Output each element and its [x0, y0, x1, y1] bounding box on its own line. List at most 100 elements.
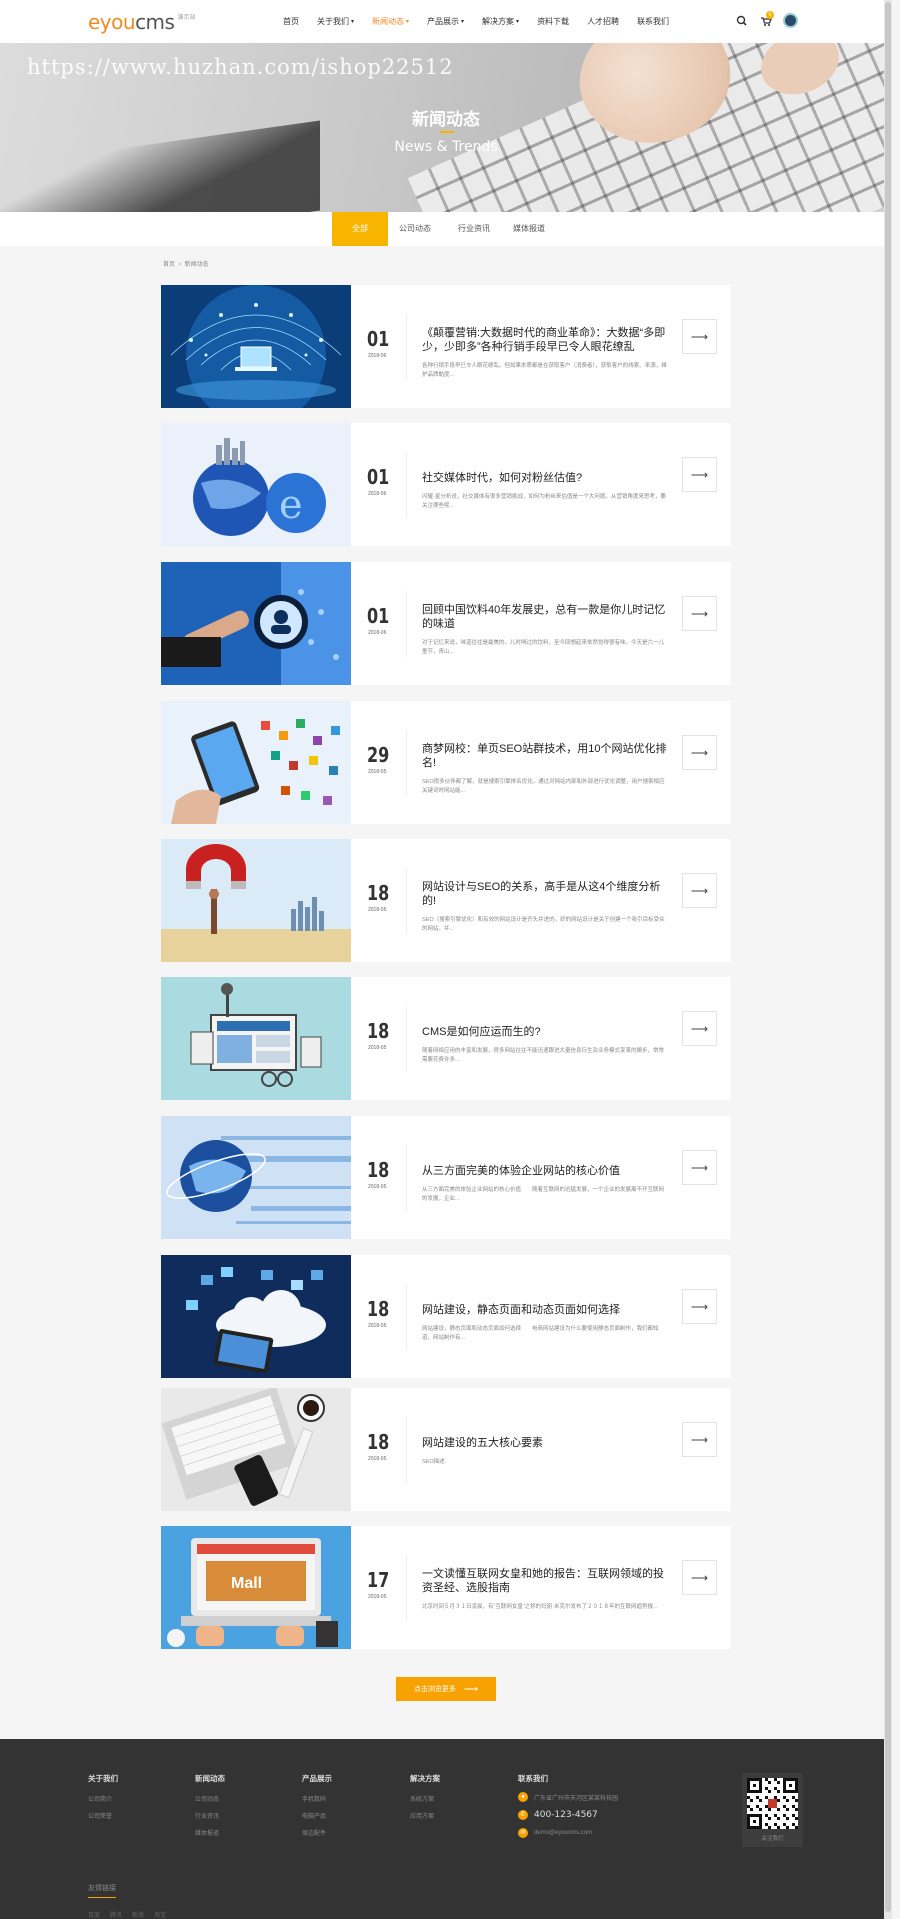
- article-title[interactable]: CMS是如何应运而生的?: [422, 1025, 667, 1039]
- article-date-month: 2018-06: [368, 491, 387, 497]
- article-thumbnail[interactable]: [161, 1116, 351, 1239]
- article-card[interactable]: 01 2018-06 回顾中国饮料40年发展史，总有一款是你儿时记忆的味道 对于记忆来…: [161, 562, 731, 685]
- footer-link[interactable]: 电脑产品: [302, 1811, 332, 1820]
- footer-link[interactable]: 应用方案: [410, 1811, 440, 1820]
- top-header: eyou cms 演示站 首页 关于我们 ▾ 新闻动态 ▾ 产品展示 ▾ 解决方案 ▾ 资料下载人…: [0, 0, 892, 43]
- load-more-button[interactable]: 点击浏览更多 ⟶: [396, 1677, 496, 1701]
- article-title[interactable]: 网站设计与SEO的关系，高手是从这4个维度分析的!: [422, 880, 667, 908]
- footer-link[interactable]: 系统方案: [410, 1794, 440, 1803]
- article-card[interactable]: Mall 17 2018-05 一文读懂互联网女皇和她的报告：互联网领域的投资圣经、选…: [161, 1526, 731, 1649]
- search-icon[interactable]: [735, 14, 749, 28]
- article-date-month: 2018-05: [368, 1594, 387, 1600]
- footer-link[interactable]: 手机数码: [302, 1794, 332, 1803]
- tab-0[interactable]: 全部: [332, 212, 388, 246]
- article-card[interactable]: e 01 2018-06 社交媒体时代，如何对粉丝估值? 闪耀·星分析说，社交媒体有很多…: [161, 423, 731, 546]
- read-more-button[interactable]: ⟶: [682, 1011, 717, 1046]
- article-thumbnail[interactable]: [161, 562, 351, 685]
- article-thumbnail[interactable]: [161, 701, 351, 824]
- article-date-month: 2018-05: [368, 907, 387, 913]
- article-title[interactable]: 《颠覆营销:大数据时代的商业革命》：大数据“多即少，少即多”各种行销手段早已令人…: [422, 326, 667, 354]
- breadcrumb-home[interactable]: 首页: [163, 262, 175, 268]
- cart-icon[interactable]: 0: [759, 10, 774, 28]
- friend-link[interactable]: 腾讯: [110, 1910, 122, 1919]
- article-title[interactable]: 网站建设，静态页面和动态页面如何选择: [422, 1303, 667, 1317]
- article-title[interactable]: 社交媒体时代，如何对粉丝估值?: [422, 471, 667, 485]
- date-divider: [406, 1555, 407, 1621]
- tab-3[interactable]: 媒体报道: [501, 212, 557, 246]
- article-thumbnail[interactable]: e: [161, 423, 351, 546]
- footer-column-2: 产品展示 手机数码 电脑产品 周边配件: [302, 1773, 332, 1845]
- article-thumbnail[interactable]: Mall: [161, 1526, 351, 1649]
- user-avatar[interactable]: [783, 13, 798, 28]
- article-title[interactable]: 一文读懂互联网女皇和她的报告：互联网领域的投资圣经、选股指南: [422, 1567, 667, 1595]
- chevron-down-icon: ▾: [406, 19, 410, 25]
- read-more-button[interactable]: ⟶: [682, 596, 717, 631]
- chevron-down-icon: ▾: [351, 19, 355, 25]
- article-date-month: 2018-05: [368, 1323, 387, 1329]
- article-summary: 从三方面完美的体验企业网站的核心价值 随着互联网的迅猛发展，一个企业的发展离不开…: [422, 1187, 665, 1202]
- read-more-button[interactable]: ⟶: [682, 457, 717, 492]
- tab-2[interactable]: 行业资讯: [446, 212, 502, 246]
- scrollbar-thumb[interactable]: [885, 2, 891, 1912]
- page-scrollbar[interactable]: [884, 0, 892, 1919]
- nav-item-3[interactable]: 产品展示 ▾: [427, 16, 464, 27]
- date-divider: [406, 868, 407, 934]
- footer-link[interactable]: 公司荣誉: [88, 1811, 118, 1820]
- cart-count-badge: 0: [766, 10, 774, 19]
- banner-title-underline: [440, 131, 454, 133]
- nav-item-label: 解决方案: [482, 17, 515, 26]
- footer-link[interactable]: 媒体报道: [195, 1828, 225, 1837]
- footer-link[interactable]: 公司动态: [195, 1794, 225, 1803]
- read-more-button[interactable]: ⟶: [682, 1289, 717, 1324]
- article-title[interactable]: 回顾中国饮料40年发展史，总有一款是你儿时记忆的味道: [422, 603, 667, 631]
- header-actions: 0: [735, 10, 798, 28]
- article-date-month: 2018-06: [368, 630, 387, 636]
- article-thumbnail[interactable]: [161, 1255, 351, 1378]
- article-card[interactable]: 18 2018-05 网站设计与SEO的关系，高手是从这4个维度分析的! SEO（搜索…: [161, 839, 731, 962]
- category-tabs: 全部 公司动态 行业资讯 媒体报道: [0, 212, 892, 246]
- arrow-right-icon: ⟶: [690, 467, 709, 482]
- nav-item-5[interactable]: 资料下载: [537, 16, 569, 27]
- breadcrumb-current: 新闻动态: [184, 262, 209, 268]
- read-more-button[interactable]: ⟶: [682, 873, 717, 908]
- article-card[interactable]: 18 2018-05 网站建设的五大核心要素 SEO描述 ⟶: [161, 1388, 731, 1511]
- article-card[interactable]: 29 2018-05 商梦网校：单页SEO站群技术，用10个网站优化排名! SEO很多…: [161, 701, 731, 824]
- nav-item-2[interactable]: 新闻动态 ▾: [372, 16, 409, 27]
- article-title[interactable]: 从三方面完美的体验企业网站的核心价值: [422, 1164, 667, 1178]
- article-thumbnail[interactable]: [161, 1388, 351, 1511]
- article-date-month: 2018-05: [368, 1045, 387, 1051]
- article-title[interactable]: 商梦网校：单页SEO站群技术，用10个网站优化排名!: [422, 742, 667, 770]
- friend-link[interactable]: 新浪: [132, 1910, 144, 1919]
- article-thumbnail[interactable]: [161, 285, 351, 408]
- footer-link[interactable]: 行业资讯: [195, 1811, 225, 1820]
- read-more-button[interactable]: ⟶: [682, 1150, 717, 1185]
- nav-item-6[interactable]: 人才招聘: [587, 16, 619, 27]
- article-title[interactable]: 网站建设的五大核心要素: [422, 1436, 667, 1450]
- nav-item-1[interactable]: 关于我们 ▾: [317, 16, 354, 27]
- article-card[interactable]: 18 2018-05 网站建设，静态页面和动态页面如何选择 网站建设，静态页面和动态页…: [161, 1255, 731, 1378]
- read-more-button[interactable]: ⟶: [682, 735, 717, 770]
- read-more-button[interactable]: ⟶: [682, 1422, 717, 1457]
- site-logo[interactable]: eyou cms 演示站: [88, 10, 195, 34]
- article-date-day: 18: [367, 881, 390, 905]
- friend-link[interactable]: 百度: [88, 1910, 100, 1919]
- article-card[interactable]: 18 2018-05 CMS是如何应运而生的? 随着网络应用的丰富和发展，很多网站往往…: [161, 977, 731, 1100]
- nav-item-4[interactable]: 解决方案 ▾: [482, 16, 519, 27]
- footer-email[interactable]: demo@eyoucms.com: [534, 1830, 592, 1836]
- tab-1[interactable]: 公司动态: [387, 212, 443, 246]
- article-date-day: 29: [367, 743, 390, 767]
- read-more-button[interactable]: ⟶: [682, 1560, 717, 1595]
- article-date-month: 2018-06: [368, 353, 387, 359]
- nav-item-0[interactable]: 首页: [283, 16, 299, 27]
- article-card[interactable]: 01 2018-06 《颠覆营销:大数据时代的商业革命》：大数据“多即少，少即多”各…: [161, 285, 731, 408]
- article-thumbnail[interactable]: [161, 839, 351, 962]
- article-date-month: 2018-05: [368, 1184, 387, 1190]
- footer-link[interactable]: 公司简介: [88, 1794, 118, 1803]
- friend-link[interactable]: 淘宝: [154, 1910, 166, 1919]
- read-more-button[interactable]: ⟶: [682, 319, 717, 354]
- nav-item-7[interactable]: 联系我们: [637, 16, 669, 27]
- article-card[interactable]: 18 2018-05 从三方面完美的体验企业网站的核心价值 从三方面完美的体验企业网站…: [161, 1116, 731, 1239]
- article-thumbnail[interactable]: [161, 977, 351, 1100]
- footer-link[interactable]: 周边配件: [302, 1828, 332, 1837]
- footer-phone[interactable]: 400-123-4567: [534, 1810, 598, 1820]
